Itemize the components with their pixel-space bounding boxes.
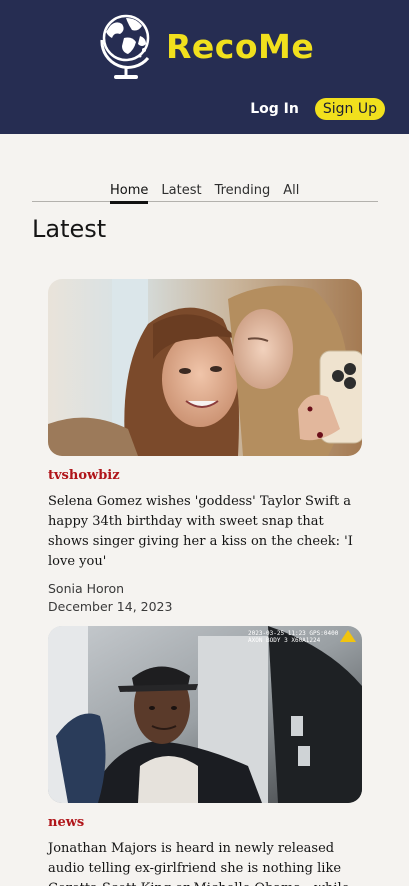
brand[interactable]: RecoMe bbox=[96, 10, 314, 84]
tab-latest[interactable]: Latest bbox=[161, 183, 201, 204]
article-date: December 14, 2023 bbox=[48, 599, 173, 614]
nav-tabs: Home Latest Trending All bbox=[110, 183, 312, 204]
category-nav: Home Latest Trending All bbox=[32, 183, 378, 204]
article-headline[interactable]: Jonathan Majors is heard in newly releas… bbox=[48, 839, 362, 886]
article-category[interactable]: tvshowbiz bbox=[48, 468, 362, 483]
brand-name: RecoMe bbox=[166, 26, 315, 66]
article-image[interactable] bbox=[48, 279, 362, 456]
globe-logo-icon bbox=[100, 14, 150, 79]
section-title: Latest bbox=[32, 215, 107, 243]
article-headline[interactable]: Selena Gomez wishes 'goddess' Taylor Swi… bbox=[48, 492, 362, 572]
article-author: Sonia Horon bbox=[48, 581, 125, 596]
tab-all[interactable]: All bbox=[283, 183, 299, 204]
svg-text:AXON BODY 3 X60A1224: AXON BODY 3 X60A1224 bbox=[248, 637, 321, 644]
signup-button[interactable]: Sign Up bbox=[314, 98, 385, 120]
tab-home[interactable]: Home bbox=[110, 183, 149, 204]
login-link[interactable]: Log In bbox=[250, 101, 299, 117]
article-category[interactable]: news bbox=[48, 815, 362, 830]
article-card[interactable]: 2023-03-25 11:23 GPS:0400 AXON BODY 3 X6… bbox=[48, 626, 362, 886]
tab-trending[interactable]: Trending bbox=[215, 183, 271, 204]
svg-text:2023-03-25 11:23 GPS:0400: 2023-03-25 11:23 GPS:0400 bbox=[248, 630, 339, 637]
site-header: RecoMe Log In Sign Up bbox=[0, 0, 409, 134]
auth-controls: Log In Sign Up bbox=[250, 98, 385, 120]
article-card[interactable]: tvshowbiz Selena Gomez wishes 'goddess' … bbox=[48, 279, 362, 614]
article-image[interactable]: 2023-03-25 11:23 GPS:0400 AXON BODY 3 X6… bbox=[48, 626, 362, 803]
